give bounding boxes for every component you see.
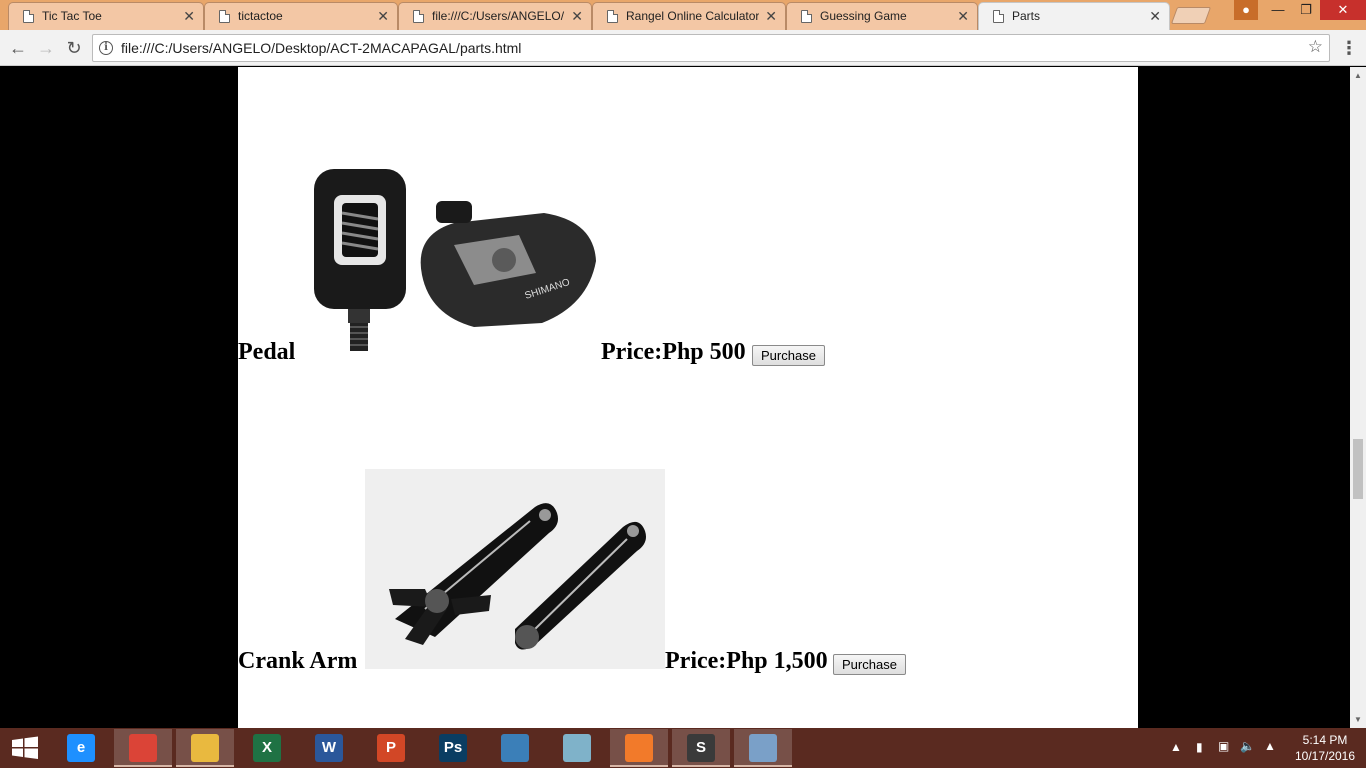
tab-strip: Tic Tac Toe ✕ tictactoe ✕ file:///C:/Use… [0, 0, 1366, 31]
tab-title: Rangel Online Calculator [626, 9, 759, 23]
vertical-scrollbar[interactable]: ▲ ▼ [1350, 67, 1366, 728]
battery-icon[interactable]: ▮ [1196, 740, 1203, 754]
taskbar-app-xampp[interactable] [610, 729, 668, 767]
back-arrow-icon[interactable]: ← [7, 37, 29, 59]
scroll-up-arrow-icon[interactable]: ▲ [1353, 71, 1363, 80]
tab-rangel-online-calculator[interactable]: Rangel Online Calculator ✕ [592, 2, 786, 30]
url-input[interactable] [121, 39, 1291, 57]
windows-taskbar: e X W P Ps S ▲ ▮ ▣ 🔈 ▲ 5:14 PM 10/17/2016 [0, 728, 1366, 768]
tab-guessing-game[interactable]: Guessing Game ✕ [786, 2, 978, 30]
taskbar-app-excel[interactable]: X [238, 729, 296, 767]
start-button[interactable] [0, 728, 50, 768]
photoshop-icon: Ps [439, 734, 467, 762]
clock[interactable]: 5:14 PM 10/17/2016 [1290, 732, 1360, 764]
taskbar-app-sublime-text[interactable]: S [672, 729, 730, 767]
tab-close-icon[interactable]: ✕ [571, 8, 583, 24]
paint-icon [749, 734, 777, 762]
screen: Tic Tac Toe ✕ tictactoe ✕ file:///C:/Use… [0, 0, 1366, 768]
tab-tictactoe[interactable]: tictactoe ✕ [204, 2, 398, 30]
tab-parts[interactable]: Parts ✕ [978, 2, 1170, 31]
taskbar-app-chrome[interactable] [114, 729, 172, 767]
word-icon: W [315, 734, 343, 762]
clock-time: 5:14 PM [1302, 733, 1348, 747]
window-close-button[interactable]: ✕ [1320, 0, 1366, 20]
tab-close-icon[interactable]: ✕ [765, 8, 777, 24]
price-pedal: Price:Php 500 [601, 339, 746, 365]
tab-title: Tic Tac Toe [42, 9, 102, 23]
scroll-thumb[interactable] [1353, 439, 1363, 499]
browser-toolbar: ← → ↻ i ☆ ⋮ [0, 30, 1366, 66]
product-name-crank-arm: Crank Arm [238, 648, 358, 674]
tab-close-icon[interactable]: ✕ [957, 8, 969, 24]
tab-title: file:///C:/Users/ANGELO/ [432, 9, 565, 23]
network-icon[interactable]: ▣ [1218, 739, 1229, 753]
minimize-button[interactable]: — [1264, 0, 1292, 20]
address-bar[interactable]: i ☆ [92, 34, 1330, 62]
page-icon [413, 10, 424, 23]
tab-title: tictactoe [238, 9, 283, 23]
windows-logo-icon [12, 736, 38, 759]
tab-title: Guessing Game [820, 9, 907, 23]
chrome-menu-icon[interactable]: ⋮ [1340, 38, 1358, 58]
taskbar-app-mysql-installer[interactable] [486, 729, 544, 767]
purchase-crank-arm-button[interactable]: Purchase [833, 654, 906, 675]
tab-close-icon[interactable]: ✕ [183, 8, 195, 24]
taskbar-app-powerpoint[interactable]: P [362, 729, 420, 767]
reload-icon[interactable]: ↻ [63, 37, 85, 59]
tab-close-icon[interactable]: ✕ [1149, 8, 1161, 24]
tab-file[interactable]: file:///C:/Users/ANGELO/ ✕ [398, 2, 592, 30]
scroll-down-arrow-icon[interactable]: ▼ [1353, 715, 1363, 724]
clock-date: 10/17/2016 [1294, 749, 1356, 763]
new-tab-button[interactable] [1170, 7, 1212, 24]
pedal-image: SHIMANO [314, 169, 596, 351]
notepad-icon [563, 734, 591, 762]
tab-tic-tac-toe[interactable]: Tic Tac Toe ✕ [8, 2, 204, 30]
signal-icon[interactable]: ▲ [1264, 739, 1276, 753]
page-icon [219, 10, 230, 23]
taskbar-app-internet-explorer[interactable]: e [52, 729, 110, 767]
excel-icon: X [253, 734, 281, 762]
page-icon [23, 10, 34, 23]
volume-icon[interactable]: 🔈 [1240, 739, 1255, 753]
taskbar-app-paint[interactable] [734, 729, 792, 767]
page-icon [993, 10, 1004, 23]
chrome-icon [129, 734, 157, 762]
tab-close-icon[interactable]: ✕ [377, 8, 389, 24]
forward-arrow-icon[interactable]: → [35, 37, 57, 59]
page-content: Pedal SHIMANO Price:Php 500 Purchase Cra… [238, 67, 1138, 728]
taskbar-app-notepad[interactable] [548, 729, 606, 767]
user-profile-icon[interactable]: ● [1234, 0, 1258, 20]
powerpoint-icon: P [377, 734, 405, 762]
tab-title: Parts [1012, 9, 1041, 23]
page-icon [607, 10, 618, 23]
product-name-pedal: Pedal [238, 339, 296, 365]
xampp-icon [625, 734, 653, 762]
price-crank-arm: Price:Php 1,500 [665, 648, 828, 674]
page-viewport: Pedal SHIMANO Price:Php 500 Purchase Cra… [0, 67, 1350, 728]
page-icon [801, 10, 812, 23]
file-explorer-icon [191, 734, 219, 762]
sublime-text-icon: S [687, 734, 715, 762]
taskbar-app-file-explorer[interactable] [176, 729, 234, 767]
restore-button[interactable]: ❐ [1292, 0, 1320, 20]
taskbar-app-word[interactable]: W [300, 729, 358, 767]
show-hidden-icons-icon[interactable]: ▲ [1170, 740, 1182, 754]
crank-arm-image [365, 469, 665, 669]
purchase-pedal-button[interactable]: Purchase [752, 345, 825, 366]
taskbar-app-photoshop[interactable]: Ps [424, 729, 482, 767]
bookmark-star-icon[interactable]: ☆ [1308, 37, 1323, 57]
internet-explorer-icon: e [67, 734, 95, 762]
info-icon[interactable]: i [99, 41, 113, 55]
mysql-installer-icon [501, 734, 529, 762]
